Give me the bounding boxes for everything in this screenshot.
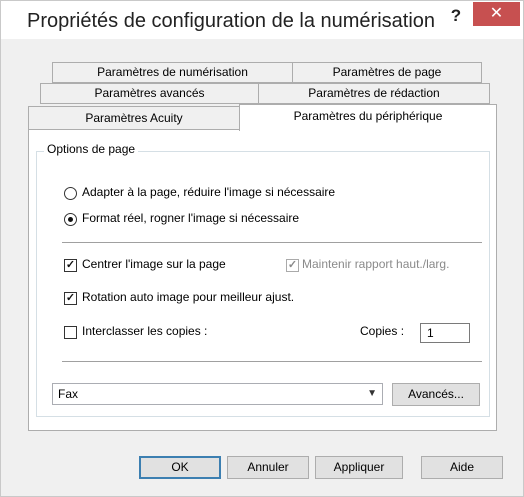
- collate-copies-checkbox[interactable]: [64, 326, 77, 339]
- separator: [62, 361, 482, 362]
- center-image-checkbox[interactable]: ✓: [64, 259, 77, 272]
- close-icon[interactable]: ✕: [473, 2, 520, 26]
- keep-aspect-label[interactable]: Maintenir rapport haut./larg.: [302, 257, 449, 271]
- tab-scan-settings[interactable]: Paramètres de numérisation: [52, 62, 293, 83]
- copies-input[interactable]: 1: [420, 323, 470, 343]
- title-bar: Propriétés de configuration de la numéri…: [1, 1, 523, 39]
- tab-advanced-settings[interactable]: Paramètres avancés: [40, 83, 259, 104]
- fit-to-page-radio[interactable]: [64, 187, 77, 200]
- page-options-legend: Options de page: [44, 142, 139, 156]
- copies-label: Copies :: [360, 324, 405, 338]
- device-select[interactable]: Fax ▼: [52, 383, 383, 405]
- center-image-label[interactable]: Centrer l'image sur la page: [82, 257, 226, 271]
- tab-acuity-settings[interactable]: Paramètres Acuity: [28, 106, 240, 130]
- auto-rotate-checkbox[interactable]: ✓: [64, 292, 77, 305]
- tab-page-settings[interactable]: Paramètres de page: [292, 62, 482, 83]
- chevron-down-icon: ▼: [367, 388, 377, 399]
- tab-device-settings[interactable]: Paramètres du périphérique: [239, 104, 497, 131]
- actual-size-label[interactable]: Format réel, rogner l'image si nécessair…: [82, 211, 299, 225]
- separator: [62, 242, 482, 243]
- tab-editing-settings[interactable]: Paramètres de rédaction: [258, 83, 490, 104]
- ok-button[interactable]: OK: [139, 456, 221, 479]
- actual-size-radio[interactable]: [64, 213, 77, 226]
- fit-to-page-label[interactable]: Adapter à la page, réduire l'image si né…: [82, 185, 335, 199]
- radio-selected-dot: [68, 217, 73, 222]
- collate-copies-label[interactable]: Interclasser les copies :: [82, 324, 207, 338]
- help-button[interactable]: Aide: [421, 456, 503, 479]
- cancel-button[interactable]: Annuler: [227, 456, 309, 479]
- help-icon[interactable]: ?: [446, 5, 466, 27]
- auto-rotate-label[interactable]: Rotation auto image pour meilleur ajust.: [82, 290, 294, 304]
- dialog-title: Propriétés de configuration de la numéri…: [27, 10, 436, 32]
- apply-button[interactable]: Appliquer: [315, 456, 403, 479]
- device-select-value: Fax: [58, 387, 79, 401]
- advanced-button[interactable]: Avancés...: [392, 383, 480, 406]
- keep-aspect-checkbox[interactable]: ✓: [286, 259, 299, 272]
